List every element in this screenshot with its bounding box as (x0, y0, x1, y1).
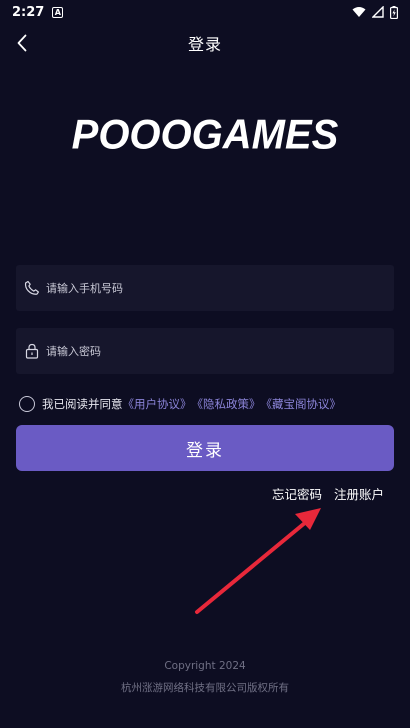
status-icons (352, 5, 398, 19)
back-button[interactable] (8, 28, 36, 58)
agreement-radio[interactable] (19, 396, 35, 412)
password-field[interactable] (16, 328, 394, 374)
company-text: 杭州涨游网络科技有限公司版权所有 (121, 682, 289, 694)
copyright-text: Copyright 2024 (164, 660, 246, 672)
notification-icon: A (52, 6, 64, 18)
register-link[interactable]: 注册账户 (334, 484, 384, 503)
lock-icon (25, 343, 39, 359)
login-button[interactable]: 登录 (16, 425, 394, 471)
status-bar: 2:27 A (0, 0, 410, 24)
agreement-row: 我已阅读并同意 《用户协议》 《隐私政策》 《藏宝阁协议》 (19, 394, 399, 414)
signal-icon (372, 6, 384, 18)
status-time: 2:27 (12, 4, 45, 20)
phone-field[interactable] (16, 265, 394, 311)
page-title: 登录 (187, 35, 222, 54)
wifi-icon (352, 7, 366, 17)
user-agreement-link[interactable]: 《用户协议》 (123, 396, 192, 412)
privacy-policy-link[interactable]: 《隐私政策》 (192, 396, 261, 412)
forgot-password-link[interactable]: 忘记密码 (272, 484, 322, 503)
account-links: 忘记密码 注册账户 (272, 484, 384, 503)
treasure-agreement-link[interactable]: 《藏宝阁协议》 (261, 396, 342, 412)
password-input[interactable] (46, 344, 366, 358)
nav-bar: 登录 (0, 26, 410, 60)
battery-icon (390, 5, 398, 19)
chevron-left-icon (17, 34, 27, 52)
phone-input[interactable] (46, 281, 366, 295)
app-logo: POOOGAMES (71, 111, 339, 159)
agreement-prefix: 我已阅读并同意 (42, 397, 123, 411)
phone-icon (24, 280, 39, 295)
